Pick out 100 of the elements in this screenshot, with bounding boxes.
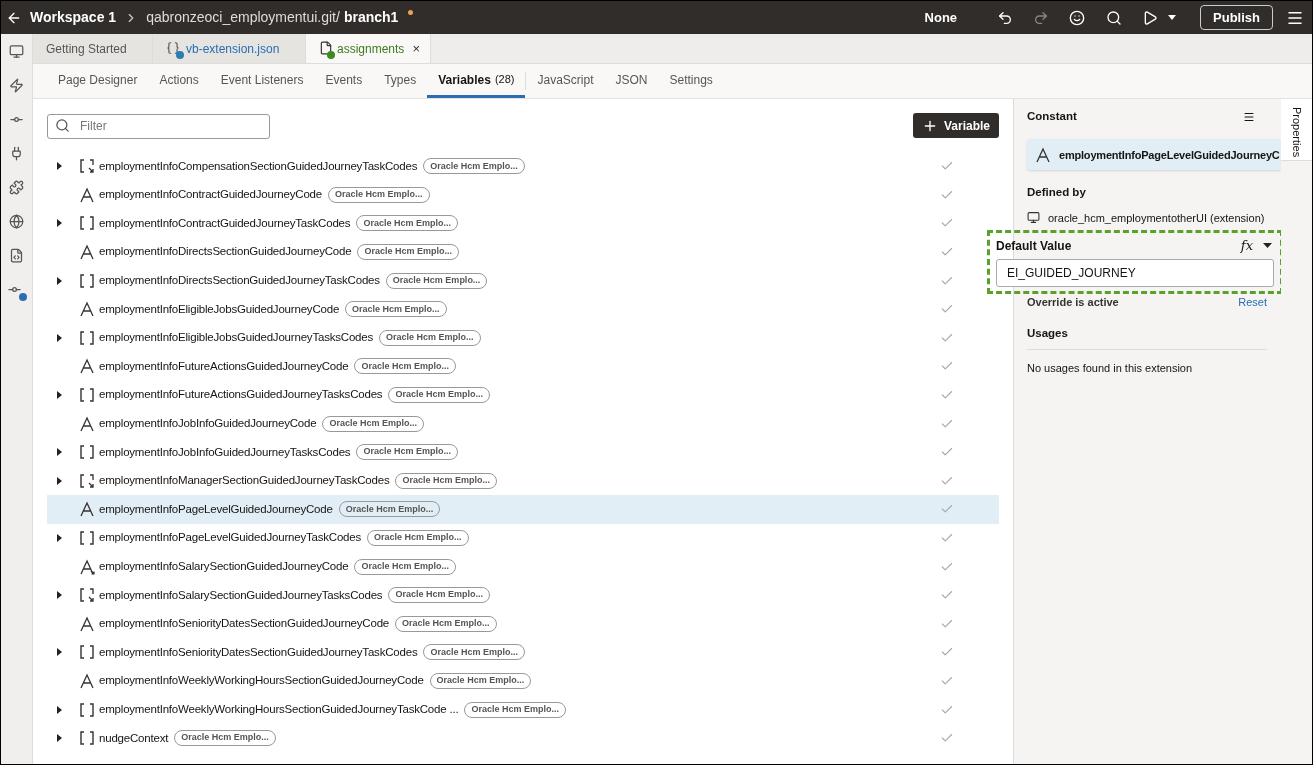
menu-icon[interactable] — [1243, 110, 1255, 123]
variable-name: employmentInfoEligibleJobsGuidedJourneyTasksCodes — [99, 330, 374, 346]
variable-row[interactable]: employmentInfoSeniorityDatesSectionGuidedJourneyTaskCodes Oracle Hcm Emplo... — [47, 638, 999, 667]
expand-caret-icon[interactable] — [57, 162, 62, 171]
editor-tab[interactable]: Types — [373, 64, 428, 98]
variable-row[interactable]: nudgeContext Oracle Hcm Emplo... — [47, 723, 999, 753]
usages-text: No usages found in this extension — [1027, 361, 1194, 376]
editor-tab[interactable]: Page Designer — [47, 64, 149, 98]
variable-row[interactable]: employmentInfoCompensationSectionGuidedJourneyTaskCodes Oracle Hcm Emplo... — [47, 152, 999, 181]
variable-row[interactable]: employmentInfoSalarySectionGuidedJourneyCode Oracle Hcm Emplo... — [47, 552, 999, 581]
variable-row[interactable]: employmentInfoSalarySectionGuidedJourneyTasksCodes Oracle Hcm Emplo... — [47, 580, 999, 610]
filter-field[interactable]: Filter — [47, 113, 270, 139]
variable-name: employmentInfoPageLevelGuidedJourneyCode — [99, 501, 333, 517]
file-tab[interactable]: vb-extension.json — [153, 34, 306, 63]
brackets-icon — [79, 530, 95, 546]
brackets-arrow-icon — [79, 587, 95, 604]
letter-a-icon — [79, 615, 95, 632]
file-tab[interactable]: assignments × — [306, 34, 431, 63]
variable-row[interactable]: employmentInfoEligibleJobsGuidedJourneyTasksCodes Oracle Hcm Emplo... — [47, 323, 999, 353]
variable-row[interactable]: employmentInfoJobInfoGuidedJourneyCode Oracle Hcm Emplo... — [47, 409, 999, 438]
expand-caret-icon[interactable] — [57, 219, 62, 228]
variable-name: employmentInfoDirectsSectionGuidedJourneyTaskCodes — [99, 273, 380, 289]
add-variable-button[interactable]: Variable — [912, 113, 999, 138]
expand-caret-icon[interactable] — [57, 648, 62, 657]
override-text: Override is active — [1027, 294, 1119, 310]
branch-name[interactable]: branch1 — [343, 7, 399, 28]
letter-a-icon — [79, 501, 95, 518]
brackets-icon — [79, 730, 95, 747]
editor-tab[interactable]: JSON — [604, 64, 659, 98]
globe-icon[interactable] — [9, 214, 24, 229]
brackets-icon — [79, 444, 95, 461]
variable-name: employmentInfoJobInfoGuidedJourneyCode — [99, 416, 317, 431]
plug-icon[interactable] — [9, 146, 24, 161]
letter-a-icon — [79, 415, 95, 432]
editor-tab[interactable]: JavaScript — [526, 64, 605, 98]
variable-row[interactable]: employmentInfoEligibleJobsGuidedJourneyCode Oracle Hcm Emplo... — [47, 294, 999, 324]
expand-caret-icon[interactable] — [57, 476, 62, 485]
lightning-icon[interactable] — [9, 78, 24, 93]
variable-row[interactable]: employmentInfoPageLevelGuidedJourneyCode Oracle Hcm Emplo... — [47, 495, 999, 524]
search-icon[interactable] — [1106, 9, 1123, 26]
monitor-icon — [1027, 211, 1040, 225]
editor-tab[interactable]: Event Listeners — [209, 64, 315, 98]
variable-name: employmentInfoFutureActionsGuidedJourneyCode — [99, 358, 349, 374]
expand-caret-icon[interactable] — [57, 734, 62, 743]
redo-icon[interactable] — [1033, 9, 1050, 26]
workspace-title[interactable]: Workspace 1 — [30, 7, 117, 28]
variable-name: employmentInfoContractGuidedJourneyCode — [99, 187, 322, 203]
default-value-field[interactable]: EI_GUIDED_JOURNEY — [996, 258, 1274, 287]
variable-name: employmentInfoWeeklyWorkingHoursSectionGuidedJourneyTaskCode ... — [99, 701, 459, 717]
undo-icon[interactable] — [997, 9, 1014, 26]
variable-row[interactable]: employmentInfoManagerSectionGuidedJourneyTaskCodes Oracle Hcm Emplo... — [47, 466, 999, 496]
brackets-icon — [79, 329, 95, 346]
caret-icon[interactable] — [1263, 243, 1272, 249]
expand-caret-icon[interactable] — [57, 705, 62, 714]
variable-row[interactable]: employmentInfoDirectsSectionGuidedJourneyTaskCodes Oracle Hcm Emplo... — [47, 266, 999, 295]
brackets-arrow-icon — [79, 158, 95, 175]
expand-caret-icon[interactable] — [57, 591, 62, 600]
play-icon[interactable] — [1142, 9, 1159, 26]
file-tab[interactable]: Getting Started — [33, 34, 153, 63]
mode-label[interactable]: None — [924, 7, 958, 28]
close-tab-icon[interactable]: × — [412, 38, 420, 59]
editor-tab[interactable]: Actions — [148, 64, 210, 98]
variable-row[interactable]: employmentInfoWeeklyWorkingHoursSectionGuidedJourneyCode Oracle Hcm Emplo... — [47, 666, 999, 696]
brackets-icon — [79, 272, 95, 289]
variable-row[interactable]: employmentInfoPageLevelGuidedJourneyTaskCodes Oracle Hcm Emplo... — [47, 523, 999, 553]
letter-a-icon — [79, 358, 95, 375]
expand-caret-icon[interactable] — [57, 448, 62, 457]
caret-icon[interactable] — [1168, 15, 1177, 20]
expand-caret-icon[interactable] — [57, 534, 62, 542]
publish-button[interactable]: Publish — [1200, 5, 1273, 30]
variable-name: employmentInfoFutureActionsGuidedJourneyTasksCodes — [99, 387, 383, 403]
variable-row[interactable]: employmentInfoContractGuidedJourneyCode Oracle Hcm Emplo... — [47, 180, 999, 210]
monitor-icon[interactable] — [9, 44, 24, 59]
puzzle-icon[interactable] — [9, 180, 24, 195]
variable-row[interactable]: employmentInfoFutureActionsGuidedJourneyCode Oracle Hcm Emplo... — [47, 352, 999, 381]
smiley-icon[interactable] — [1069, 9, 1086, 26]
variable-row[interactable]: employmentInfoJobInfoGuidedJourneyTasksCodes Oracle Hcm Emplo... — [47, 437, 999, 467]
editor-tab[interactable]: Events — [314, 64, 374, 98]
variable-name: employmentInfoSeniorityDatesSectionGuidedJourneyCode — [99, 616, 390, 632]
expression-button[interactable]: fx — [1240, 236, 1253, 256]
expand-caret-icon[interactable] — [57, 276, 62, 285]
variable-name: employmentInfoPageLevelGuidedJourneyTaskCodes — [99, 530, 362, 546]
reset-link[interactable]: Reset — [1238, 293, 1267, 310]
check-icon — [940, 674, 954, 688]
expand-caret-icon[interactable] — [57, 391, 62, 400]
variable-row[interactable]: employmentInfoWeeklyWorkingHoursSectionGuidedJourneyTaskCode ... Oracle Hcm Emplo... — [47, 695, 999, 724]
properties-side-tab[interactable]: Properties — [1281, 99, 1312, 161]
expand-caret-icon[interactable] — [57, 333, 62, 342]
variable-row[interactable]: employmentInfoSeniorityDatesSectionGuidedJourneyCode Oracle Hcm Emplo... — [47, 609, 999, 639]
variable-name: employmentInfoSeniorityDatesSectionGuidedJourneyTaskCodes — [99, 644, 418, 660]
code-file-icon[interactable] — [9, 248, 24, 263]
variable-name: employmentInfoCompensationSectionGuidedJourneyTaskCodes — [99, 158, 418, 174]
variable-row[interactable]: employmentInfoFutureActionsGuidedJourneyTasksCodes Oracle Hcm Emplo... — [47, 380, 999, 410]
variable-row[interactable]: employmentInfoContractGuidedJourneyTaskCodes Oracle Hcm Emplo... — [47, 209, 999, 238]
letter-a-icon — [79, 244, 95, 261]
variable-name: employmentInfoSalarySectionGuidedJourneyTasksCodes — [99, 587, 383, 603]
brackets-icon — [79, 387, 95, 404]
section-label: Defined by — [1027, 185, 1087, 201]
editor-tab[interactable]: Settings — [658, 64, 724, 98]
page-file-icon — [319, 40, 333, 57]
